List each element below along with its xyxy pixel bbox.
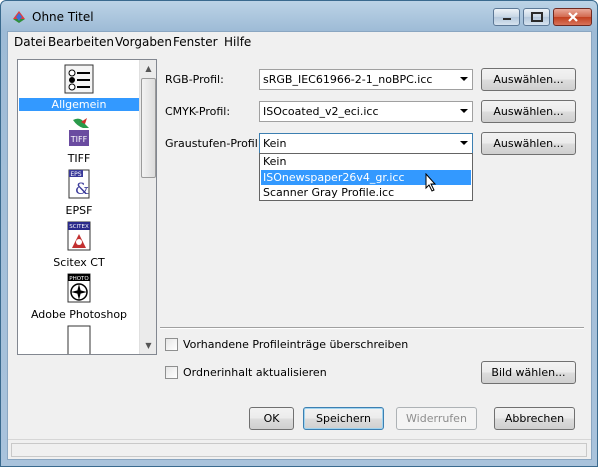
- cancel-button[interactable]: Abbrechen: [494, 407, 575, 430]
- cmyk-profile-label: CMYK-Profil:: [165, 105, 231, 118]
- svg-text:SCITEX: SCITEX: [69, 224, 89, 230]
- scroll-down-icon[interactable]: ▼: [140, 337, 156, 354]
- scitex-icon: SCITEX: [67, 221, 91, 251]
- status-bar: [8, 439, 591, 459]
- settings-icon: [64, 64, 94, 94]
- sidebar-item-label: Scitex CT: [53, 256, 105, 269]
- sidebar-item-photoshop[interactable]: PHOTO Adobe Photoshop: [19, 270, 139, 322]
- gray-profile-value: Kein: [263, 137, 287, 150]
- app-logo-icon: [13, 11, 25, 23]
- sidebar-scrollbar[interactable]: ▲ ▼: [139, 60, 156, 354]
- minimize-icon: [502, 18, 511, 20]
- svg-text:&: &: [75, 179, 89, 198]
- svg-text:TIFF: TIFF: [70, 135, 88, 144]
- sidebar-item-label: TIFF: [67, 152, 91, 165]
- rgb-choose-button[interactable]: Auswählen...: [481, 68, 576, 91]
- chevron-down-icon: [460, 109, 468, 113]
- refresh-option[interactable]: Ordnerinhalt aktualisieren: [165, 366, 327, 379]
- sidebar-item-scitex[interactable]: SCITEX Scitex CT: [19, 218, 139, 270]
- minimize-button[interactable]: [493, 8, 520, 26]
- svg-text:EPS: EPS: [70, 171, 81, 178]
- epsf-icon: EPS &: [68, 169, 90, 199]
- status-panel: [11, 443, 587, 457]
- cmyk-choose-button[interactable]: Auswählen...: [481, 100, 576, 123]
- gray-profile-dropdown[interactable]: Kein ISOnewspaper26v4_gr.icc Scanner Gra…: [259, 153, 473, 201]
- menu-fenster[interactable]: Fenster: [171, 35, 220, 49]
- app-window: Ohne Titel Datei Bearbeiten Vorgaben Fen…: [0, 0, 598, 467]
- maximize-button[interactable]: [523, 8, 550, 26]
- refresh-label: Ordnerinhalt aktualisieren: [183, 366, 327, 379]
- menu-bar: Datei Bearbeiten Vorgaben Fenster Hilfe: [8, 32, 591, 52]
- title-bar[interactable]: Ohne Titel: [1, 1, 597, 31]
- document-icon: [67, 325, 91, 354]
- menu-vorgaben[interactable]: Vorgaben: [113, 35, 174, 49]
- rgb-profile-select[interactable]: sRGB_IEC61966-2-1_noBPC.icc: [259, 69, 473, 90]
- gray-choose-button[interactable]: Auswählen...: [481, 132, 576, 155]
- scroll-up-icon[interactable]: ▲: [140, 60, 156, 77]
- sidebar-item-epsf[interactable]: EPS & EPSF: [19, 166, 139, 218]
- choose-image-button[interactable]: Bild wählen...: [481, 361, 576, 384]
- cmyk-profile-value: ISOcoated_v2_eci.icc: [263, 105, 379, 118]
- chevron-down-icon: [460, 77, 468, 81]
- sidebar-item-label: EPSF: [65, 204, 93, 217]
- sidebar-item-label: Adobe Photoshop: [30, 308, 128, 321]
- photoshop-icon: PHOTO: [67, 273, 91, 303]
- maximize-icon: [530, 12, 543, 22]
- save-button[interactable]: Speichern: [303, 407, 384, 430]
- close-icon: [567, 12, 578, 22]
- category-list[interactable]: Allgemein TIFF TIFF EPS & EPSF SCITEX Sc…: [17, 59, 157, 355]
- gray-profile-select[interactable]: Kein: [259, 133, 473, 154]
- sidebar-item-allgemein[interactable]: Allgemein: [19, 62, 139, 114]
- overwrite-checkbox[interactable]: [165, 338, 178, 351]
- overwrite-option[interactable]: Vorhandene Profileinträge überschreiben: [165, 338, 408, 351]
- rgb-profile-value: sRGB_IEC61966-2-1_noBPC.icc: [263, 73, 433, 86]
- dropdown-option-scanner-gray[interactable]: Scanner Gray Profile.icc: [261, 185, 471, 200]
- dropdown-option-isonewspaper[interactable]: ISOnewspaper26v4_gr.icc: [261, 170, 471, 185]
- overwrite-label: Vorhandene Profileinträge überschreiben: [183, 338, 409, 351]
- dialog-client-area: Datei Bearbeiten Vorgaben Fenster Hilfe …: [7, 31, 592, 460]
- menu-hilfe[interactable]: Hilfe: [222, 35, 253, 49]
- mouse-pointer-icon: [425, 173, 437, 192]
- rgb-profile-label: RGB-Profil:: [165, 73, 224, 86]
- chevron-down-icon: [460, 141, 468, 145]
- close-button[interactable]: [553, 8, 592, 26]
- tiff-icon: TIFF: [69, 118, 89, 146]
- ok-button[interactable]: OK: [249, 407, 294, 430]
- dropdown-option-kein[interactable]: Kein: [261, 154, 471, 169]
- revert-button[interactable]: Widerrufen: [396, 407, 477, 430]
- divider: [160, 327, 584, 329]
- sidebar-item-partial[interactable]: [19, 322, 139, 354]
- menu-bearbeiten[interactable]: Bearbeiten: [46, 35, 116, 49]
- sidebar-item-label: Allgemein: [19, 98, 139, 111]
- cmyk-profile-select[interactable]: ISOcoated_v2_eci.icc: [259, 101, 473, 122]
- gray-profile-label: Graustufen-Profil:: [165, 137, 262, 150]
- svg-text:PHOTO: PHOTO: [69, 276, 89, 282]
- sidebar-item-tiff[interactable]: TIFF TIFF: [19, 114, 139, 166]
- window-title: Ohne Titel: [32, 10, 94, 24]
- menu-datei[interactable]: Datei: [12, 35, 48, 49]
- scroll-thumb[interactable]: [141, 78, 156, 178]
- refresh-checkbox[interactable]: [165, 366, 178, 379]
